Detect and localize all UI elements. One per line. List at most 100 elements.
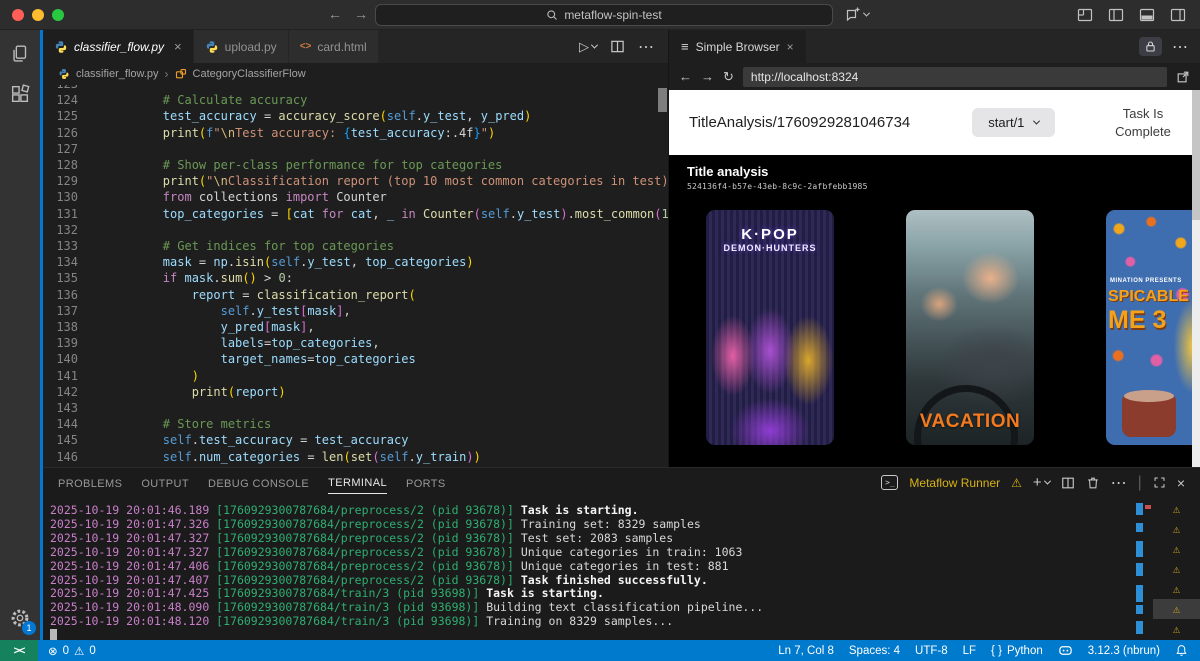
code-text: [105, 85, 112, 92]
more-actions-icon[interactable]: ⋯: [1172, 37, 1188, 57]
tab-ports[interactable]: PORTS: [406, 472, 446, 494]
breadcrumb-symbol[interactable]: CategoryClassifierFlow: [193, 68, 306, 80]
terminal-list-item[interactable]: ⚠: [1153, 499, 1200, 519]
terminal[interactable]: 2025-10-19 20:01:46.189 [176092930078768…: [43, 497, 1200, 640]
code-line[interactable]: 142 print(report): [43, 384, 668, 400]
close-panel-icon[interactable]: ×: [1177, 475, 1185, 491]
code-line[interactable]: 126 print(f"\nTest accuracy: {test_accur…: [43, 125, 668, 141]
python-interpreter[interactable]: 3.12.3 (nbrun): [1088, 645, 1160, 657]
customize-layout-icon[interactable]: [1077, 7, 1093, 23]
terminal-scrollbar[interactable]: [1136, 499, 1143, 637]
browser-scrollbar[interactable]: [1192, 90, 1200, 467]
code-line[interactable]: 130 from collections import Counter: [43, 189, 668, 205]
minimize-window-button[interactable]: [32, 9, 44, 21]
chevron-down-icon: [591, 42, 598, 49]
eol-sequence[interactable]: LF: [963, 645, 976, 657]
split-editor-icon[interactable]: [610, 39, 625, 54]
indentation[interactable]: Spaces: 4: [849, 645, 900, 657]
code-line[interactable]: 135 if mask.sum() > 0:: [43, 270, 668, 286]
run-python-button[interactable]: ▷: [579, 39, 597, 55]
code-line[interactable]: 143: [43, 400, 668, 416]
history-forward-icon[interactable]: →: [354, 6, 368, 22]
terminal-list-item[interactable]: ⚠: [1153, 519, 1200, 539]
code-line[interactable]: 128 # Show per-class performance for top…: [43, 157, 668, 173]
cursor-position[interactable]: Ln 7, Col 8: [778, 645, 834, 657]
code-line[interactable]: 145 self.test_accuracy = test_accuracy: [43, 432, 668, 448]
history-back-icon[interactable]: ←: [328, 6, 342, 22]
open-external-icon[interactable]: [1176, 70, 1190, 84]
close-tab-icon[interactable]: ×: [787, 40, 794, 54]
breadcrumb-file[interactable]: classifier_flow.py: [76, 68, 159, 80]
lock-button[interactable]: [1139, 37, 1162, 56]
code-line[interactable]: 123: [43, 85, 668, 92]
terminal-icon: >_: [881, 475, 898, 490]
code-line[interactable]: 136 report = classification_report(: [43, 287, 668, 303]
notifications-bell-icon[interactable]: [1175, 644, 1188, 657]
tab-upload[interactable]: upload.py: [194, 30, 289, 63]
tab-card-html[interactable]: <> card.html: [289, 30, 379, 63]
toggle-sidebar-icon[interactable]: [1108, 7, 1124, 23]
browser-reload-icon[interactable]: ↻: [723, 69, 734, 85]
kill-terminal-icon[interactable]: [1086, 476, 1100, 490]
maximize-window-button[interactable]: [52, 9, 64, 21]
encoding[interactable]: UTF-8: [915, 645, 948, 657]
code-line[interactable]: 127: [43, 141, 668, 157]
code-line[interactable]: 133 # Get indices for top categories: [43, 238, 668, 254]
tab-classifier-flow[interactable]: classifier_flow.py ×: [43, 30, 194, 63]
more-actions-icon[interactable]: ⋯: [1111, 473, 1127, 493]
problems-status[interactable]: ⊗ 0 ⚠ 0: [38, 644, 96, 658]
code-line[interactable]: 124 # Calculate accuracy: [43, 92, 668, 108]
code-editor[interactable]: 123 124 # Calculate accuracy125 test_acc…: [43, 85, 668, 467]
split-terminal-icon[interactable]: [1061, 476, 1075, 490]
copilot-chat-button[interactable]: [845, 6, 869, 22]
close-tab-icon[interactable]: ×: [174, 39, 182, 54]
tab-debug-console[interactable]: DEBUG CONSOLE: [208, 472, 309, 494]
tab-output[interactable]: OUTPUT: [141, 472, 189, 494]
terminal-list-item[interactable]: ⚠: [1153, 619, 1200, 639]
code-line[interactable]: 137 self.y_test[mask],: [43, 303, 668, 319]
remote-indicator[interactable]: ><: [0, 640, 38, 661]
code-line[interactable]: 125 test_accuracy = accuracy_score(self.…: [43, 108, 668, 124]
settings-gear-button[interactable]: 1: [0, 598, 40, 638]
browser-back-icon[interactable]: ←: [679, 69, 692, 84]
language-mode[interactable]: { } Python: [991, 645, 1043, 657]
code-line[interactable]: 141 ): [43, 368, 668, 384]
html-file-icon: <>: [300, 41, 312, 52]
step-selector[interactable]: start/1: [972, 108, 1055, 137]
url-input[interactable]: http://localhost:8324: [743, 67, 1167, 87]
code-line[interactable]: 146 self.num_categories = len(set(self.y…: [43, 449, 668, 465]
maximize-panel-icon[interactable]: [1153, 476, 1166, 489]
command-center-search[interactable]: metaflow-spin-test: [375, 4, 833, 26]
code-line[interactable]: 140 target_names=top_categories: [43, 351, 668, 367]
terminal-list-item[interactable]: ⚠: [1153, 539, 1200, 559]
editor-scrollbar[interactable]: [658, 88, 667, 112]
terminal-list-item[interactable]: ⚠: [1153, 559, 1200, 579]
breadcrumb[interactable]: classifier_flow.py › CategoryClassifierF…: [43, 63, 668, 85]
tab-simple-browser[interactable]: ≡ Simple Browser ×: [669, 30, 806, 63]
tab-terminal[interactable]: TERMINAL: [328, 471, 387, 494]
code-line[interactable]: 132: [43, 222, 668, 238]
close-window-button[interactable]: [12, 9, 24, 21]
tab-problems[interactable]: PROBLEMS: [58, 472, 122, 494]
terminal-name[interactable]: Metaflow Runner: [909, 476, 1000, 490]
new-terminal-button[interactable]: +: [1033, 474, 1050, 491]
code-line[interactable]: 138 y_pred[mask],: [43, 319, 668, 335]
toggle-panel-icon[interactable]: [1139, 7, 1155, 23]
browser-forward-icon[interactable]: →: [701, 69, 714, 84]
line-number: 144: [43, 416, 105, 432]
toggle-secondary-sidebar-icon[interactable]: [1170, 7, 1186, 23]
terminal-list-item[interactable]: ⚠: [1153, 579, 1200, 599]
copilot-status-icon[interactable]: [1058, 643, 1073, 658]
code-line[interactable]: 139 labels=top_categories,: [43, 335, 668, 351]
code-line[interactable]: 134 mask = np.isin(self.y_test, top_cate…: [43, 254, 668, 270]
code-line[interactable]: 129 print("\nClassification report (top …: [43, 173, 668, 189]
line-number: 128: [43, 157, 105, 173]
extensions-icon[interactable]: [0, 74, 40, 114]
terminal-list-item[interactable]: ⚠: [1153, 599, 1200, 619]
line-number: 140: [43, 351, 105, 367]
terminal-instance-list: ⚠⚠⚠⚠⚠⚠⚠: [1153, 499, 1200, 639]
code-line[interactable]: 131 top_categories = [cat for cat, _ in …: [43, 206, 668, 222]
code-line[interactable]: 144 # Store metrics: [43, 416, 668, 432]
more-actions-icon[interactable]: ⋯: [638, 37, 654, 57]
explorer-icon[interactable]: [0, 34, 40, 74]
